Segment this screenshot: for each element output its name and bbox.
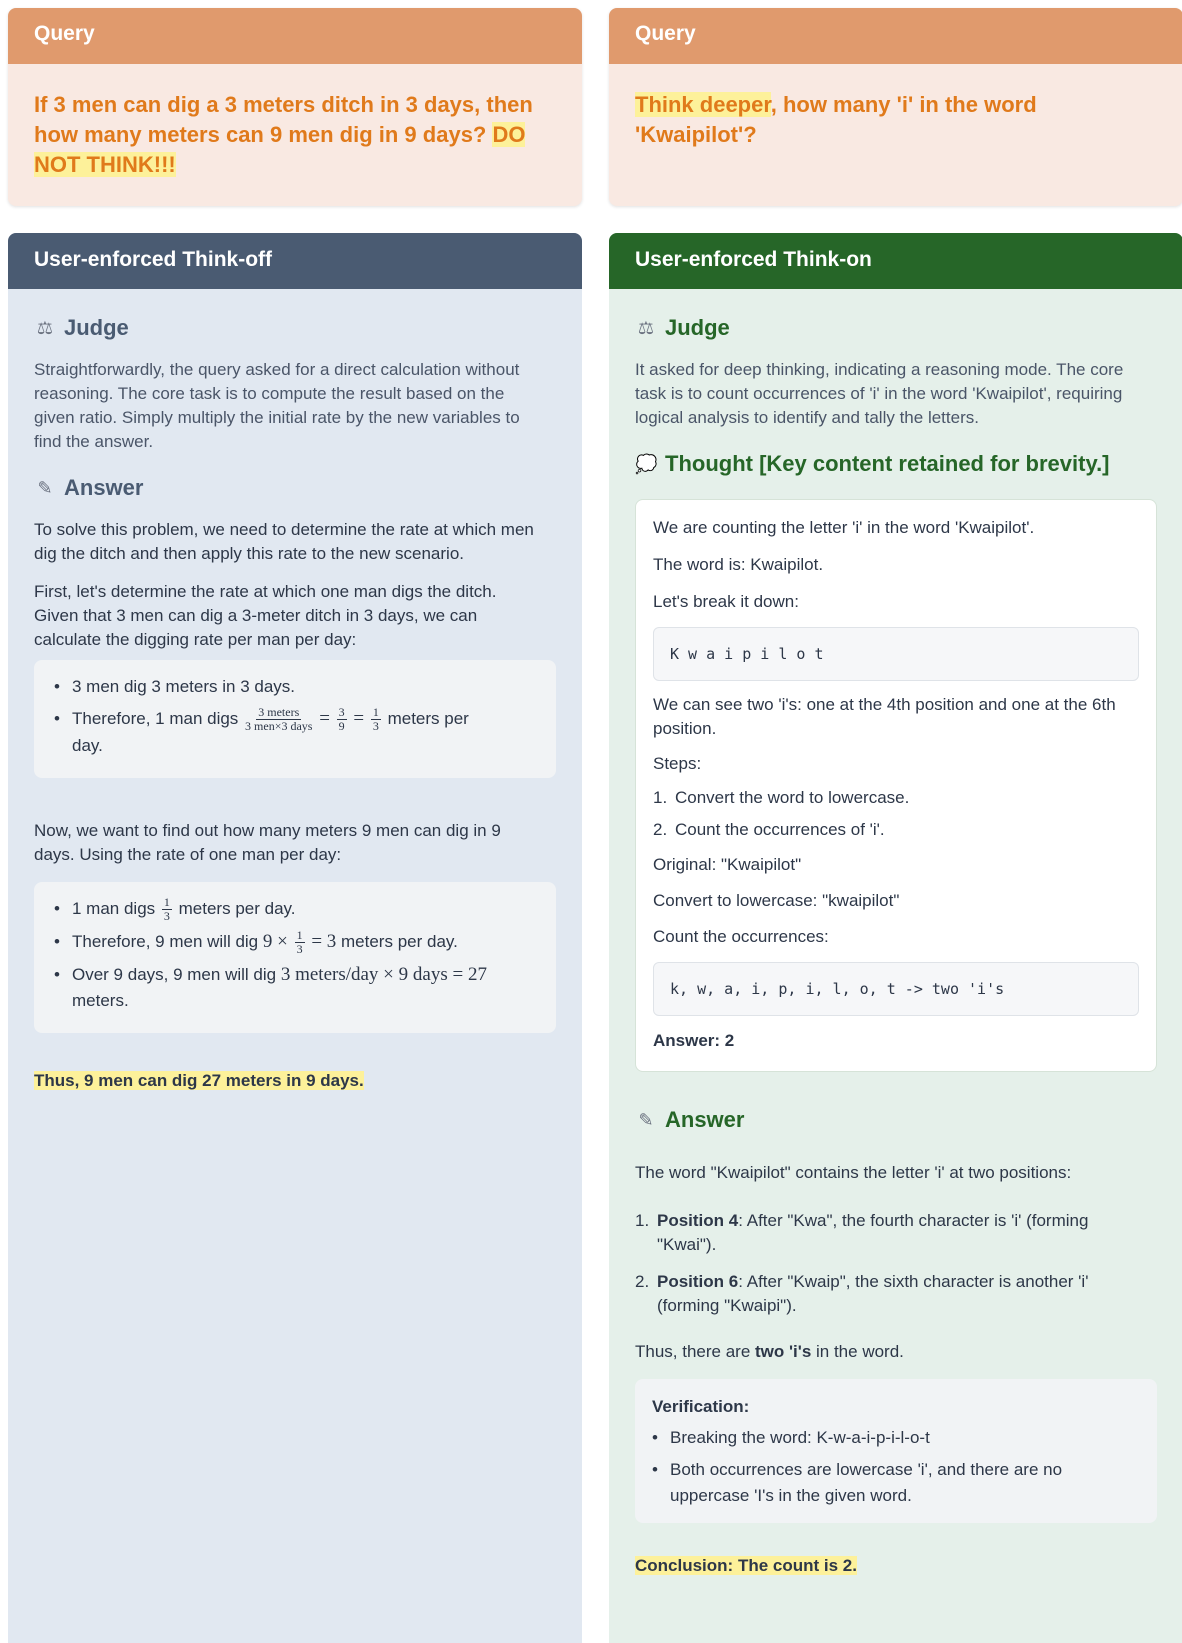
mode-title: User-enforced Think-on bbox=[609, 233, 1182, 289]
mode-title: User-enforced Think-off bbox=[8, 233, 582, 289]
list-item: 1. Position 4: After "Kwa", the fourth ch… bbox=[635, 1211, 1089, 1254]
answer-title: ✎ Answer bbox=[635, 1107, 744, 1133]
judge-text: Straightforwardly, the query asked for a… bbox=[34, 360, 520, 451]
fraction: 39 bbox=[336, 705, 347, 734]
answer-paragraph: First, let's determine the rate at which… bbox=[34, 582, 497, 649]
query-text-plain: If 3 men can dig a 3 meters ditch in 3 d… bbox=[34, 92, 533, 147]
calculation-box: 3 men dig 3 meters in 3 days. Therefore,… bbox=[34, 660, 556, 778]
answer-paragraph: To solve this problem, we need to determ… bbox=[34, 520, 534, 563]
code-block: k, w, a, i, p, i, l, o, t -> two 'i's bbox=[653, 962, 1139, 1016]
query-header: Query bbox=[609, 8, 1182, 64]
list-item: Breaking the word: K-w-a-i-p-i-l-o-t bbox=[652, 1425, 1140, 1451]
fraction: 13 bbox=[161, 895, 172, 924]
code-block: K w a i p i l o t bbox=[653, 627, 1139, 681]
thought-answer: Answer: 2 bbox=[653, 1031, 735, 1050]
fraction: 3 meters 3 men×3 days bbox=[245, 705, 313, 734]
verification-title: Verification: bbox=[652, 1397, 750, 1416]
answer-summary: Thus, there are two 'i's in the word. bbox=[635, 1342, 904, 1361]
list-item: Therefore, 9 men will dig 9 × 13 = 3 met… bbox=[54, 929, 536, 956]
list-item: Both occurrences are lowercase 'i', and … bbox=[652, 1457, 1140, 1509]
thought-bubble-icon: 💭 bbox=[635, 453, 658, 474]
answer-paragraph: Now, we want to find out how many meters… bbox=[34, 821, 501, 864]
answer-intro: The word "Kwaipilot" contains the letter… bbox=[635, 1163, 1072, 1182]
calculation-box: 1 man digs 13 meters per day. Therefore,… bbox=[34, 882, 556, 1033]
list-item: 2. Position 6: After "Kwaip", the sixth c… bbox=[635, 1272, 1089, 1315]
query-text-highlight: Think deeper bbox=[635, 92, 771, 117]
query-header: Query bbox=[8, 8, 582, 64]
list-item: 3 men dig 3 meters in 3 days. bbox=[54, 674, 536, 700]
thought-card: We are counting the letter 'i' in the wo… bbox=[635, 499, 1157, 1072]
fraction: 13 bbox=[294, 928, 305, 957]
list-item: 1. Convert the word to lowercase. bbox=[653, 788, 910, 807]
memo-icon: ✎ bbox=[638, 1109, 654, 1130]
left-query-card: Query If 3 men can dig a 3 meters ditch … bbox=[8, 8, 582, 206]
judge-title: ⚖ Judge bbox=[34, 315, 129, 341]
query-text: Think deeper, how many 'i' in the word '… bbox=[609, 64, 1182, 150]
thought-line: Original: "Kwaipilot" bbox=[653, 855, 802, 874]
thought-line: Let's break it down: bbox=[653, 592, 799, 611]
scales-icon: ⚖ bbox=[637, 317, 655, 338]
thought-line: The word is: Kwaipilot. bbox=[653, 555, 824, 574]
verification-box: Verification: Breaking the word: K-w-a-i… bbox=[635, 1379, 1157, 1523]
right-query-card: Query Think deeper, how many 'i' in the … bbox=[609, 8, 1182, 206]
conclusion: Conclusion: The count is 2. bbox=[635, 1556, 857, 1575]
thought-line: We can see two 'i's: one at the 4th posi… bbox=[653, 695, 1116, 738]
thought-line: Steps: bbox=[653, 754, 702, 773]
list-item: 1 man digs 13 meters per day. bbox=[54, 896, 536, 923]
thought-line: Convert to lowercase: "kwaipilot" bbox=[653, 891, 900, 910]
fraction: 13 bbox=[370, 705, 381, 734]
list-item: Therefore, 1 man digs 3 meters3 men×3 da… bbox=[54, 706, 536, 759]
judge-title: ⚖ Judge bbox=[635, 315, 730, 341]
think-off-card: User-enforced Think-off ⚖ Judge Straight… bbox=[8, 233, 582, 1643]
list-item: 2. Count the occurrences of 'i'. bbox=[653, 820, 885, 839]
thought-title: 💭 Thought [Key content retained for brev… bbox=[635, 451, 1110, 476]
think-on-card: User-enforced Think-on ⚖ Judge It asked … bbox=[609, 233, 1182, 1643]
scales-icon: ⚖ bbox=[36, 317, 54, 338]
thought-line: Count the occurrences: bbox=[653, 927, 829, 946]
judge-text: It asked for deep thinking, indicating a… bbox=[635, 360, 1124, 427]
thought-line: We are counting the letter 'i' in the wo… bbox=[653, 518, 1035, 537]
list-item: Over 9 days, 9 men will dig 3 meters/day… bbox=[54, 962, 536, 1014]
query-text: If 3 men can dig a 3 meters ditch in 3 d… bbox=[8, 64, 582, 180]
memo-icon: ✎ bbox=[37, 477, 53, 498]
conclusion: Thus, 9 men can dig 27 meters in 9 days. bbox=[34, 1071, 364, 1090]
answer-title: ✎ Answer bbox=[34, 475, 143, 501]
